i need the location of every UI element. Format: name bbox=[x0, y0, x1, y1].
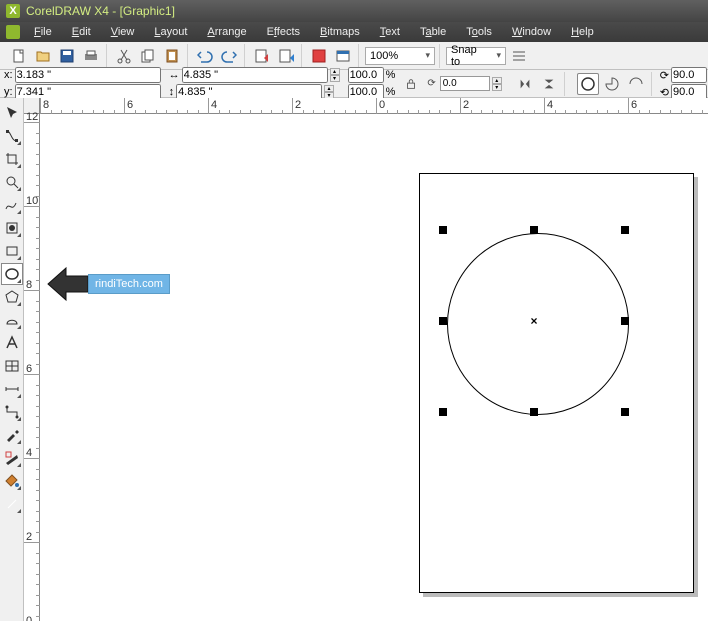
selection-handle[interactable] bbox=[530, 226, 538, 234]
ellipse-mode-button[interactable] bbox=[577, 73, 599, 95]
app-launcher-button[interactable] bbox=[308, 45, 330, 67]
height-spinner[interactable]: ▴▾ bbox=[324, 85, 334, 99]
arc-end-icon: ⟲ bbox=[660, 86, 669, 99]
menu-view[interactable]: View bbox=[101, 24, 145, 40]
basic-shapes-tool[interactable] bbox=[1, 309, 23, 331]
paste-button[interactable] bbox=[161, 45, 183, 67]
property-bar: x: y: ↔▴▾ ↕▴▾ % % ⟳ ▴▾ ⟳▴▾ ⟲▴▾ bbox=[0, 70, 708, 98]
x-input[interactable] bbox=[15, 67, 161, 83]
polygon-tool[interactable] bbox=[1, 286, 23, 308]
fill-tool[interactable] bbox=[1, 470, 23, 492]
standard-toolbar: 100% Snap to bbox=[0, 42, 708, 70]
text-tool[interactable] bbox=[1, 332, 23, 354]
horizontal-ruler[interactable]: 864202468 bbox=[40, 98, 708, 114]
percent-label: % bbox=[386, 69, 396, 81]
scalex-input[interactable] bbox=[348, 67, 384, 83]
percent-label-2: % bbox=[386, 86, 396, 98]
y-label: y: bbox=[4, 86, 13, 98]
print-button[interactable] bbox=[80, 45, 102, 67]
pie-mode-button[interactable] bbox=[601, 73, 623, 95]
toolbox bbox=[0, 98, 24, 621]
menu-window[interactable]: Window bbox=[502, 24, 561, 40]
zoom-tool[interactable] bbox=[1, 171, 23, 193]
menu-arrange[interactable]: Arrange bbox=[197, 24, 256, 40]
outline-tool[interactable] bbox=[1, 447, 23, 469]
zoom-dropdown[interactable]: 100% bbox=[365, 47, 435, 65]
arc-start-icon: ⟳ bbox=[660, 69, 669, 82]
cut-button[interactable] bbox=[113, 45, 135, 67]
redo-button[interactable] bbox=[218, 45, 240, 67]
freehand-tool[interactable] bbox=[1, 194, 23, 216]
save-button[interactable] bbox=[56, 45, 78, 67]
selection-handle[interactable] bbox=[621, 226, 629, 234]
menu-bitmaps[interactable]: Bitmaps bbox=[310, 24, 370, 40]
width-spinner[interactable]: ▴▾ bbox=[330, 68, 340, 82]
rotation-spinner[interactable]: ▴▾ bbox=[492, 77, 502, 91]
rotation-icon: ⟳ bbox=[427, 78, 435, 89]
menu-layout[interactable]: Layout bbox=[144, 24, 197, 40]
pick-tool[interactable] bbox=[1, 102, 23, 124]
menu-help[interactable]: Help bbox=[561, 24, 604, 40]
crop-tool[interactable] bbox=[1, 148, 23, 170]
welcome-button[interactable] bbox=[332, 45, 354, 67]
selection-handle[interactable] bbox=[530, 408, 538, 416]
interactive-fill-tool[interactable] bbox=[1, 493, 23, 515]
vertical-ruler[interactable]: 121086420 bbox=[24, 114, 40, 621]
export-button[interactable] bbox=[275, 45, 297, 67]
menu-effects[interactable]: Effects bbox=[257, 24, 310, 40]
ellipse-tool[interactable] bbox=[1, 263, 23, 285]
arc-mode-button[interactable] bbox=[625, 73, 647, 95]
width-input[interactable] bbox=[182, 67, 328, 83]
menu-tools[interactable]: Tools bbox=[456, 24, 502, 40]
rectangle-tool[interactable] bbox=[1, 240, 23, 262]
dimension-tool[interactable] bbox=[1, 378, 23, 400]
app-menu-icon[interactable] bbox=[6, 25, 20, 39]
new-button[interactable] bbox=[8, 45, 30, 67]
selection-handle[interactable] bbox=[621, 408, 629, 416]
shape-tool[interactable] bbox=[1, 125, 23, 147]
menu-table[interactable]: Table bbox=[410, 24, 456, 40]
mirror-v-button[interactable] bbox=[538, 73, 560, 95]
options-button[interactable] bbox=[508, 45, 530, 67]
undo-button[interactable] bbox=[194, 45, 216, 67]
selection-handle[interactable] bbox=[439, 317, 447, 325]
menu-bar: FileEditViewLayoutArrangeEffectsBitmapsT… bbox=[0, 22, 708, 42]
menu-file[interactable]: File bbox=[24, 24, 62, 40]
mirror-h-button[interactable] bbox=[514, 73, 536, 95]
app-icon: X bbox=[6, 4, 20, 18]
selection-handle[interactable] bbox=[439, 408, 447, 416]
selection-center[interactable]: × bbox=[530, 314, 537, 328]
rotation-input[interactable] bbox=[440, 76, 490, 91]
connector-tool[interactable] bbox=[1, 401, 23, 423]
open-button[interactable] bbox=[32, 45, 54, 67]
copy-button[interactable] bbox=[137, 45, 159, 67]
table-tool[interactable] bbox=[1, 355, 23, 377]
snap-dropdown[interactable]: Snap to bbox=[446, 47, 506, 65]
import-button[interactable] bbox=[251, 45, 273, 67]
tutorial-callout: rindiTech.com bbox=[46, 262, 170, 306]
canvas-area[interactable]: 864202468 121086420 × bbox=[24, 98, 708, 621]
selected-ellipse[interactable] bbox=[447, 233, 629, 415]
watermark-label: rindiTech.com bbox=[88, 274, 170, 294]
eyedropper-tool[interactable] bbox=[1, 424, 23, 446]
arc-start-input[interactable] bbox=[671, 67, 707, 83]
selection-handle[interactable] bbox=[439, 226, 447, 234]
x-label: x: bbox=[4, 69, 13, 81]
smart-fill-tool[interactable] bbox=[1, 217, 23, 239]
workspace: 864202468 121086420 × bbox=[0, 98, 708, 621]
arrow-left-icon bbox=[46, 262, 90, 306]
width-icon: ↔ bbox=[169, 69, 180, 81]
window-title: CorelDRAW X4 - [Graphic1] bbox=[26, 4, 175, 18]
menu-edit[interactable]: Edit bbox=[62, 24, 101, 40]
selection-handle[interactable] bbox=[621, 317, 629, 325]
lock-ratio-button[interactable] bbox=[403, 73, 419, 95]
menu-text[interactable]: Text bbox=[370, 24, 410, 40]
title-bar: X CorelDRAW X4 - [Graphic1] bbox=[0, 0, 708, 22]
height-icon: ↕ bbox=[169, 86, 175, 98]
